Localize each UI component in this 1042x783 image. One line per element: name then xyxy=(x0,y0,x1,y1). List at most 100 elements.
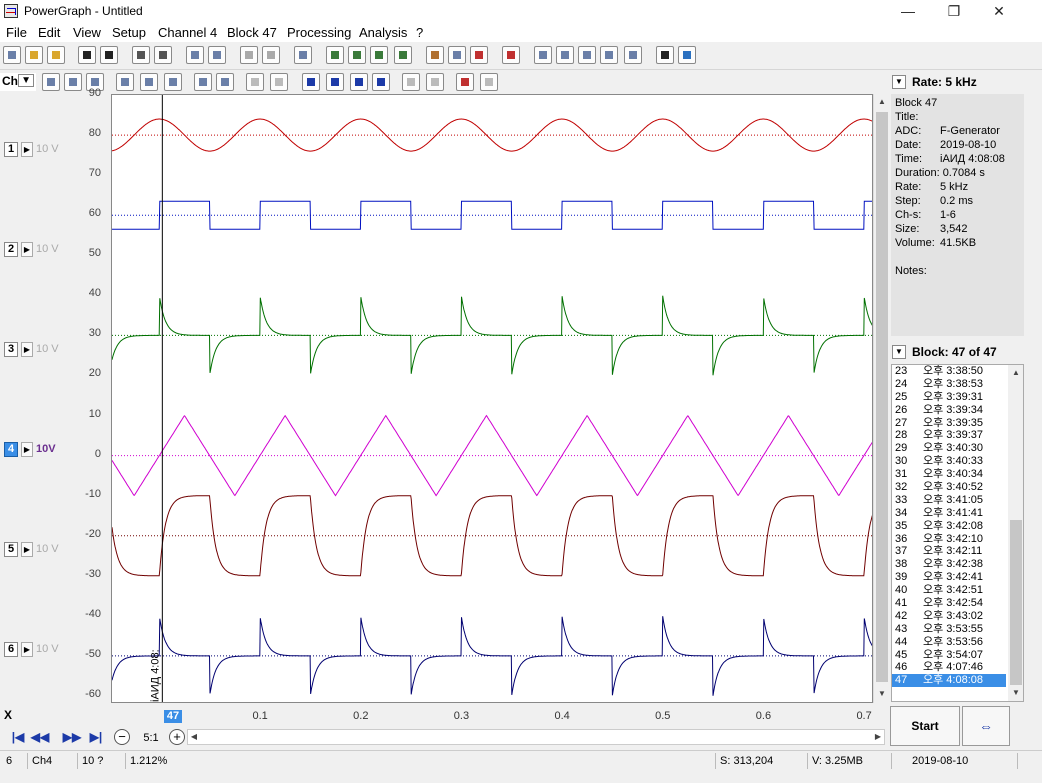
maximize-button[interactable]: ❐ xyxy=(931,0,977,22)
list-item[interactable]: 23 오후 3:38:50 xyxy=(892,365,1006,378)
go-prev-icon[interactable] xyxy=(326,73,344,91)
channel-4-play-icon[interactable]: ▶ xyxy=(21,442,33,457)
minimize-button[interactable]: — xyxy=(885,0,931,22)
list-item[interactable]: 31 오후 3:40:34 xyxy=(892,468,1006,481)
list-scroll-thumb[interactable] xyxy=(1010,520,1022,685)
overlay-icon[interactable] xyxy=(402,73,420,91)
open-add-icon[interactable] xyxy=(47,46,65,64)
copy-icon[interactable] xyxy=(186,46,204,64)
open-folder-icon[interactable] xyxy=(25,46,43,64)
go-next-icon[interactable] xyxy=(350,73,368,91)
list-item[interactable]: 38 오후 3:42:38 xyxy=(892,558,1006,571)
help-icon[interactable] xyxy=(656,46,674,64)
marker-icon[interactable] xyxy=(246,73,264,91)
stack-icon[interactable] xyxy=(426,73,444,91)
plot-vertical-scrollbar[interactable]: ▲ ▼ xyxy=(873,94,889,703)
list-item[interactable]: 41 오후 3:42:54 xyxy=(892,597,1006,610)
list-item[interactable]: 42 오후 3:43:02 xyxy=(892,610,1006,623)
zoom-minus-button[interactable]: − xyxy=(114,729,130,745)
channel-4-label[interactable]: 4 ▶ 10V xyxy=(4,442,110,458)
signal-plot[interactable]: iАИД 4:08: xyxy=(111,94,873,703)
table-icon[interactable] xyxy=(534,46,552,64)
list-item[interactable]: 27 오후 3:39:35 xyxy=(892,417,1006,430)
last-block-icon[interactable]: ▶| xyxy=(86,729,106,745)
web-icon[interactable] xyxy=(678,46,696,64)
vertical-fit-icon[interactable] xyxy=(116,73,134,91)
list-item[interactable]: 30 오후 3:40:33 xyxy=(892,455,1006,468)
block-dropdown-icon[interactable]: ▼ xyxy=(892,345,906,359)
close-button[interactable]: ✕ xyxy=(976,0,1022,22)
delete-icon[interactable] xyxy=(456,73,474,91)
zoom-analysis-icon[interactable] xyxy=(556,46,574,64)
copy-channel-icon[interactable] xyxy=(294,46,312,64)
copy-block-icon[interactable] xyxy=(208,46,226,64)
new-file-icon[interactable] xyxy=(3,46,21,64)
list-item[interactable]: 43 오후 3:53:55 xyxy=(892,623,1006,636)
list-item[interactable]: 46 오후 4:07:46 xyxy=(892,661,1006,674)
list-item[interactable]: 28 오후 3:39:37 xyxy=(892,429,1006,442)
channel-5-play-icon[interactable]: ▶ xyxy=(21,542,33,557)
menu-file[interactable]: File xyxy=(6,25,27,40)
channel-6-label[interactable]: 6 ▶ 10 V xyxy=(4,642,110,658)
prev-block-icon[interactable]: ◀◀ xyxy=(30,729,50,745)
marker-clear-icon[interactable] xyxy=(270,73,288,91)
histogram-icon[interactable] xyxy=(624,46,642,64)
list-item[interactable]: 26 오후 3:39:34 xyxy=(892,404,1006,417)
channel-5-label[interactable]: 5 ▶ 10 V xyxy=(4,542,110,558)
list-item[interactable]: 47 오후 4:08:08 xyxy=(892,674,1006,688)
list-item[interactable]: 45 오후 3:54:07 xyxy=(892,649,1006,662)
fit-all-icon[interactable] xyxy=(164,73,182,91)
list-item[interactable]: 32 오후 3:40:52 xyxy=(892,481,1006,494)
waveform-chart[interactable]: iАИД 4:08: xyxy=(112,95,873,703)
list-item[interactable]: 29 오후 3:40:30 xyxy=(892,442,1006,455)
next-block-icon[interactable]: ▶▶ xyxy=(62,729,82,745)
zoom-plus-button[interactable]: + xyxy=(169,729,185,745)
start-button[interactable]: Start xyxy=(890,706,960,746)
pencil-icon[interactable] xyxy=(426,46,444,64)
redo-zoom-icon[interactable] xyxy=(216,73,234,91)
print-preview-icon[interactable] xyxy=(154,46,172,64)
save-icon[interactable] xyxy=(78,46,96,64)
filter-icon[interactable] xyxy=(470,46,488,64)
list-item[interactable]: 37 오후 3:42:11 xyxy=(892,545,1006,558)
rate-dropdown-icon[interactable]: ▼ xyxy=(892,75,906,89)
go-last-icon[interactable] xyxy=(372,73,390,91)
block-list-scrollbar[interactable]: ▲ ▼ xyxy=(1008,365,1023,701)
scroll-thumb[interactable] xyxy=(876,112,888,682)
menu-block[interactable]: Block 47 xyxy=(227,25,277,40)
cut-icon[interactable] xyxy=(480,73,498,91)
monitor-icon[interactable] xyxy=(348,46,366,64)
go-first-icon[interactable] xyxy=(302,73,320,91)
paste-icon[interactable] xyxy=(240,46,258,64)
channel-3-label[interactable]: 3 ▶ 10 V xyxy=(4,342,110,358)
horizontal-fit-icon[interactable] xyxy=(140,73,158,91)
list-scroll-up-icon[interactable]: ▲ xyxy=(1009,365,1023,381)
list-item[interactable]: 39 오후 3:42:41 xyxy=(892,571,1006,584)
bus-connect-icon[interactable]: ⇔ xyxy=(962,706,1010,746)
list-item[interactable]: 36 오후 3:42:10 xyxy=(892,533,1006,546)
scroll-right-icon[interactable]: ▶ xyxy=(872,730,884,744)
channel-select[interactable]: Ch ▼ xyxy=(0,73,36,91)
block-list-header[interactable]: ▼ Block: 47 of 47 xyxy=(890,342,1024,362)
list-item[interactable]: 24 오후 3:38:53 xyxy=(892,378,1006,391)
scroll-down-icon[interactable]: ▼ xyxy=(875,686,889,702)
list-item[interactable]: 40 오후 3:42:51 xyxy=(892,584,1006,597)
channel-list-icon[interactable] xyxy=(42,73,60,91)
channel-2-play-icon[interactable]: ▶ xyxy=(21,242,33,257)
spectrum-icon[interactable] xyxy=(600,46,618,64)
list-item[interactable]: 35 오후 3:42:08 xyxy=(892,520,1006,533)
scroll-up-icon[interactable]: ▲ xyxy=(875,94,889,110)
channel-1-label[interactable]: 1 ▶ 10 V xyxy=(4,142,110,158)
channel-2-label[interactable]: 2 ▶ 10 V xyxy=(4,242,110,258)
menu-analysis[interactable]: Analysis xyxy=(359,25,407,40)
undo-zoom-icon[interactable] xyxy=(194,73,212,91)
list-item[interactable]: 25 오후 3:39:31 xyxy=(892,391,1006,404)
channel-3-play-icon[interactable]: ▶ xyxy=(21,342,33,357)
marker-badge[interactable]: 47 xyxy=(164,710,182,723)
menu-help[interactable]: ? xyxy=(416,25,423,40)
list-item[interactable]: 33 오후 3:41:05 xyxy=(892,494,1006,507)
scroll-left-icon[interactable]: ◀ xyxy=(188,730,200,744)
paste-block-icon[interactable] xyxy=(262,46,280,64)
fft-icon[interactable] xyxy=(578,46,596,64)
channel-6-play-icon[interactable]: ▶ xyxy=(21,642,33,657)
